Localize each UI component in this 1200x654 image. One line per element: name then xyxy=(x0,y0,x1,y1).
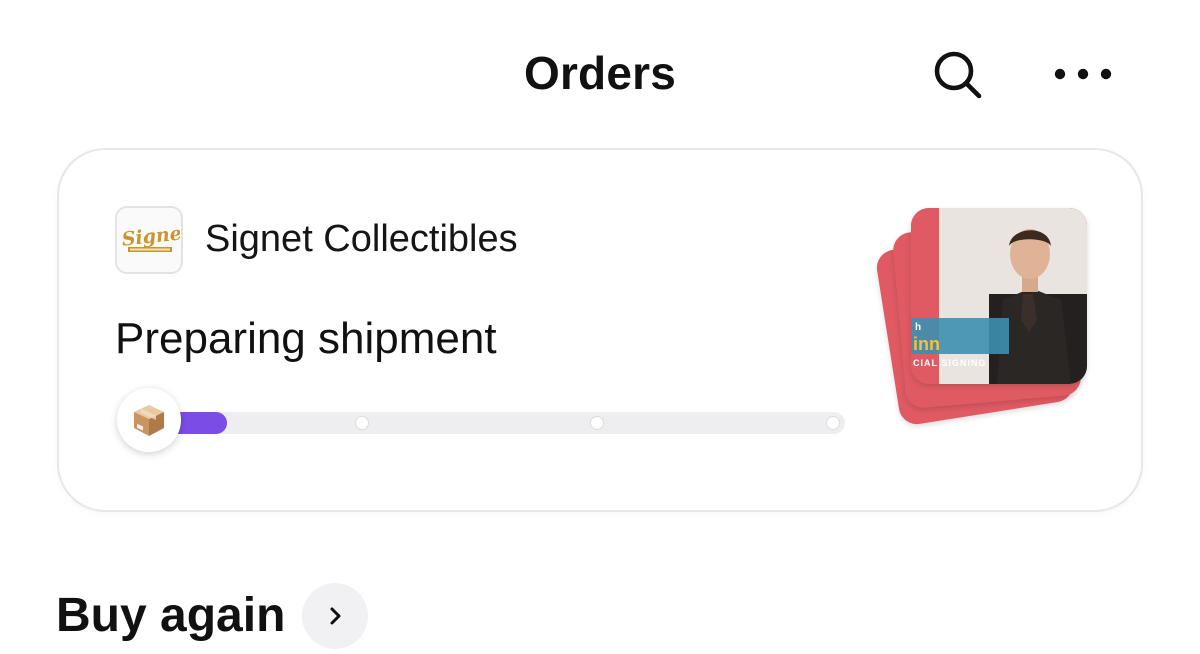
shipment-progress-bar xyxy=(159,412,845,434)
progress-badge xyxy=(117,388,181,452)
buy-again-heading[interactable]: Buy again xyxy=(56,588,285,643)
product-image-stack[interactable]: h inn CIAL SIGNING xyxy=(874,204,1097,427)
progress-step-dot xyxy=(590,416,604,430)
order-status: Preparing shipment xyxy=(115,314,497,363)
banner-name: inn xyxy=(913,334,940,354)
banner-sub: CIAL SIGNING xyxy=(913,358,986,368)
search-button[interactable] xyxy=(926,44,990,106)
progress-step-dot xyxy=(355,416,369,430)
progress-step-dot xyxy=(826,416,840,430)
banner-prefix: h xyxy=(915,322,921,333)
product-photo: h inn CIAL SIGNING xyxy=(911,208,1087,384)
order-card[interactable]: Signet Signet Collectibles Preparing shi… xyxy=(57,148,1143,512)
more-horizontal-icon xyxy=(1054,68,1112,80)
shop-logo: Signet xyxy=(115,206,183,274)
page-title: Orders xyxy=(523,47,677,99)
signet-logo-image: Signet xyxy=(121,222,180,252)
orders-page: Orders Signet Signet Collectibles Prepar… xyxy=(0,0,1200,654)
shop-name: Signet Collectibles xyxy=(205,218,518,260)
more-options-button[interactable] xyxy=(1048,50,1118,98)
buy-again-button[interactable] xyxy=(302,583,368,649)
svg-text:Signet: Signet xyxy=(121,222,180,251)
chevron-right-icon xyxy=(330,607,341,625)
search-icon xyxy=(934,51,982,99)
package-box-icon xyxy=(134,405,164,436)
product-image: h inn CIAL SIGNING xyxy=(911,208,1087,384)
